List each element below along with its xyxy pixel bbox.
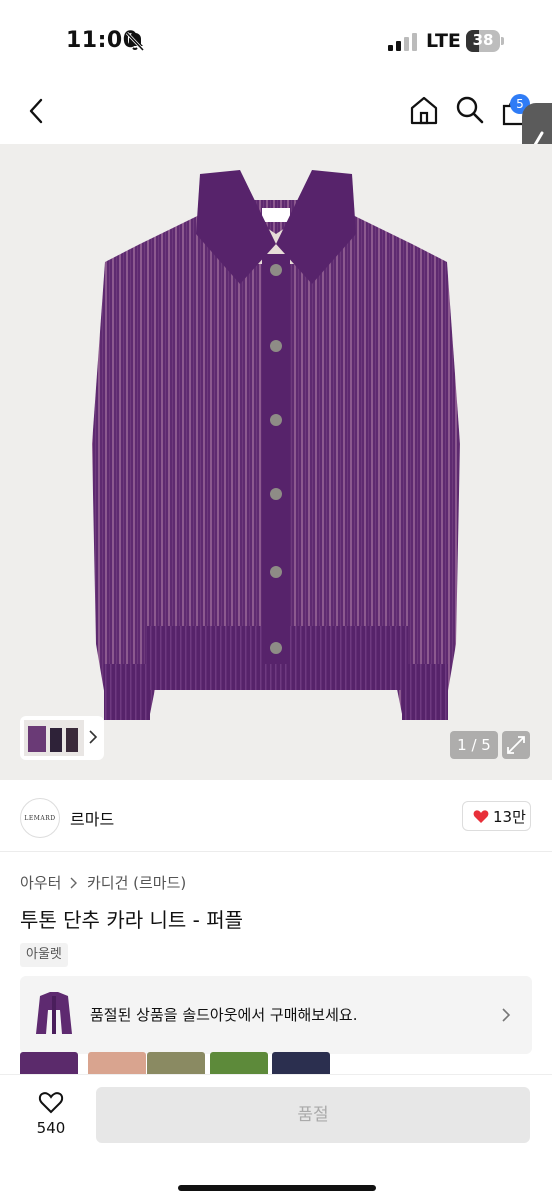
thumbnail-strip[interactable] xyxy=(20,716,104,760)
wishlist-button[interactable]: 540 xyxy=(28,1087,74,1143)
image-counter: 1 / 5 xyxy=(450,731,498,759)
color-swatch[interactable] xyxy=(147,1052,205,1074)
soldout-button[interactable]: 품절 xyxy=(96,1087,530,1143)
breadcrumb: 아우터 카디건 (르마드) xyxy=(20,872,186,893)
outlet-tag: 아울렛 xyxy=(20,943,68,967)
chevron-right-icon xyxy=(89,730,98,744)
color-swatch[interactable] xyxy=(272,1052,330,1074)
brand-logo[interactable]: LEMARD xyxy=(20,798,60,838)
search-icon[interactable] xyxy=(454,94,486,126)
wishlist-count: 540 xyxy=(36,1119,66,1137)
product-image-gallery[interactable] xyxy=(0,144,552,780)
product-title: 투톤 단추 카라 니트 - 퍼플 xyxy=(20,908,244,932)
color-swatch[interactable] xyxy=(88,1052,146,1074)
back-icon[interactable] xyxy=(22,96,52,126)
brand-like-button[interactable]: 13만 xyxy=(462,801,531,831)
soldout-banner-text: 품절된 상품을 솔드아웃에서 구매해보세요. xyxy=(90,1006,358,1024)
brand-name[interactable]: 르마드 xyxy=(70,806,114,830)
status-bar: 11:00 LTE 38 xyxy=(0,0,552,84)
product-thumbnail xyxy=(36,992,72,1034)
bell-off-icon xyxy=(125,31,145,52)
heart-outline-icon xyxy=(38,1092,64,1114)
chevron-right-icon xyxy=(70,877,78,888)
breadcrumb-item[interactable]: 아우터 xyxy=(20,874,61,892)
battery-level: 38 xyxy=(472,31,494,49)
battery-icon: 38 xyxy=(466,30,504,52)
expand-icon[interactable] xyxy=(502,731,530,759)
home-icon[interactable] xyxy=(408,94,440,126)
chevron-right-icon xyxy=(502,1008,511,1022)
brand-row[interactable]: LEMARD 르마드 13만 xyxy=(0,790,552,852)
top-nav: 5 xyxy=(0,84,552,144)
heart-filled-icon xyxy=(473,810,489,823)
brand-like-count: 13만 xyxy=(493,808,526,826)
bottom-action-bar: 540 품절 xyxy=(0,1074,552,1200)
soldout-banner[interactable]: 품절된 상품을 솔드아웃에서 구매해보세요. xyxy=(20,976,532,1054)
signal-icon xyxy=(388,33,417,51)
home-indicator xyxy=(178,1185,376,1191)
product-photo xyxy=(92,170,460,720)
breadcrumb-item[interactable]: 카디건 (르마드) xyxy=(87,874,186,892)
color-swatch[interactable] xyxy=(20,1052,78,1074)
network-label: LTE xyxy=(426,30,461,52)
thumbnail-image xyxy=(24,720,84,756)
color-options xyxy=(20,1052,532,1074)
color-swatch[interactable] xyxy=(210,1052,268,1074)
